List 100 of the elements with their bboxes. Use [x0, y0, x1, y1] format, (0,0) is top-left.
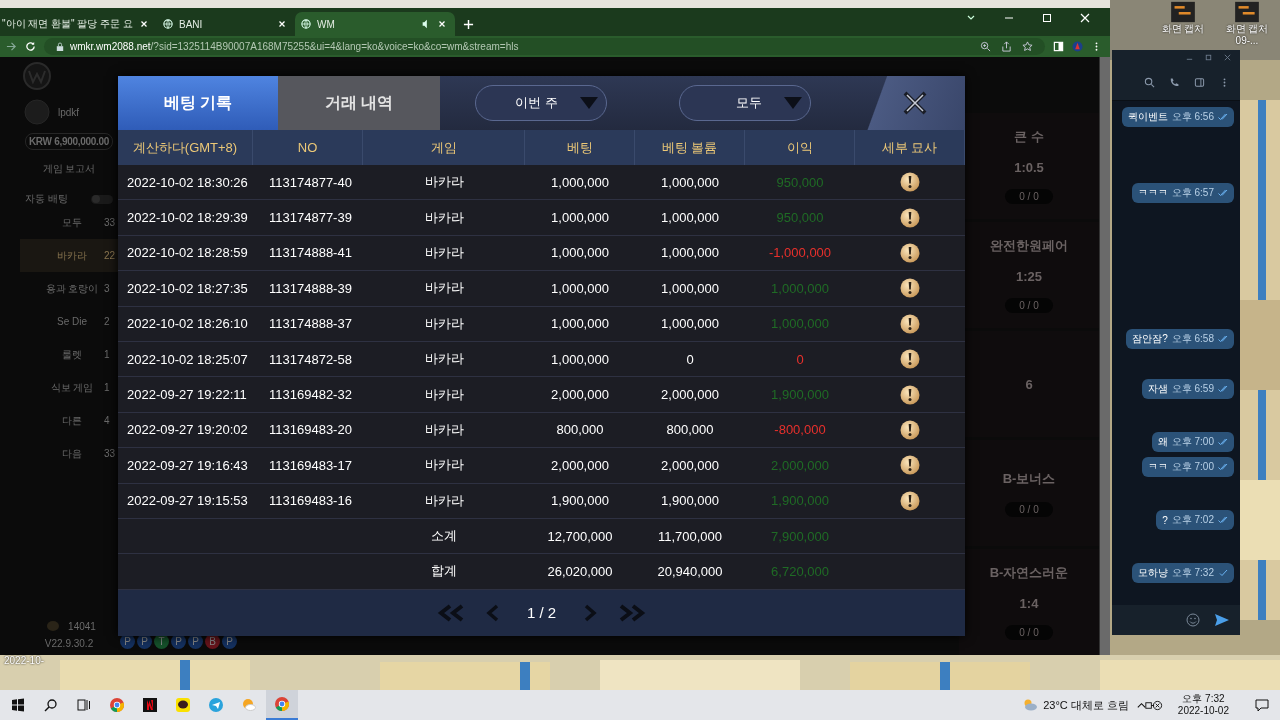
column-header: 게임 — [363, 130, 525, 165]
close-icon[interactable] — [1079, 11, 1091, 24]
info-icon[interactable] — [900, 313, 920, 334]
game-category-item[interactable]: 다음 33 — [20, 437, 118, 470]
table-cell-text: 1,000,000 — [660, 173, 720, 192]
coin-icon — [46, 620, 61, 632]
chrome-taskbar-button[interactable] — [266, 690, 298, 720]
clock-date[interactable]: 2022-10-02 — [1177, 705, 1229, 717]
table-cell-text: 1,000,000 — [660, 315, 720, 334]
search-icon[interactable] — [43, 697, 59, 713]
video-app-icon[interactable] — [142, 697, 158, 713]
table-cell-text: 113169482-32 — [268, 386, 353, 405]
table-cell-text: 113174877-39 — [268, 209, 353, 228]
zoom-icon[interactable] — [980, 41, 991, 53]
table-cell-text: 바카라 — [423, 173, 465, 192]
table-cell-text: 1,900,000 — [550, 492, 610, 511]
reload-icon[interactable] — [25, 41, 36, 53]
table-cell-text: 2022-10-02 18:30:26 — [126, 173, 249, 192]
table-cell-text: 바카라 — [423, 456, 465, 475]
table-cell-text: 113174888-41 — [268, 244, 353, 263]
dialog-tab[interactable]: 베팅 기록 — [118, 76, 278, 130]
filter-dropdown[interactable]: 모두 — [679, 85, 811, 121]
windows-start-icon[interactable] — [10, 697, 26, 713]
option-title: 큰 수 — [1014, 128, 1044, 146]
info-icon[interactable] — [900, 172, 920, 193]
network-icon[interactable] — [1143, 699, 1155, 711]
game-category-item[interactable]: 바카라 22 — [20, 239, 118, 272]
table-cell-text: 바카라 — [423, 491, 465, 510]
forward-arrow-icon[interactable] — [6, 41, 17, 53]
table-cell-text: 2022-09-27 19:16:43 — [126, 456, 249, 475]
paper-plane-icon[interactable] — [208, 697, 224, 713]
share-icon[interactable] — [1001, 41, 1012, 53]
address-bar[interactable]: wmkr.wm2088.net/?sid=1325114B90007A168M75255&ui=4&lang=ko&voice=ko&co=wm&stream=hls — [44, 38, 1045, 56]
odds: 1:0.5 — [1014, 160, 1044, 175]
maximize-icon[interactable] — [1041, 11, 1053, 24]
game-category-item[interactable]: 다른 4 — [20, 404, 118, 437]
points: 14041 — [68, 620, 96, 632]
table-cell-text: 0 — [795, 350, 805, 369]
volume-icon[interactable] — [1151, 699, 1163, 711]
dialog-tab[interactable]: 거래 내역 — [278, 76, 440, 130]
game-category-item[interactable]: Se Die 2 — [20, 305, 118, 338]
bet-count: 0 / 0 — [1005, 625, 1053, 640]
clock-time[interactable]: 오후 7:32 — [1182, 693, 1225, 705]
info-icon[interactable] — [900, 490, 920, 511]
game-category-item[interactable]: 모두 33 — [20, 206, 118, 239]
bet-option-card[interactable]: B-자연스러운 1:4 0 / 0 — [959, 549, 1099, 655]
info-icon[interactable] — [900, 455, 920, 476]
scrollbar[interactable] — [1099, 57, 1110, 655]
table-cell-text: 113174872-58 — [268, 350, 353, 369]
table-cell-text: 113169483-16 — [268, 492, 353, 511]
table-cell-text: 합계 — [430, 562, 458, 581]
info-icon[interactable] — [900, 349, 920, 370]
table-cell-text: 바카라 — [423, 385, 465, 404]
game-category-item[interactable]: 용과 호랑이 3 — [20, 272, 118, 305]
globe-icon — [301, 19, 311, 30]
bet-count: 0 / 0 — [1005, 298, 1053, 313]
game-category-item[interactable]: 룰렛 1 — [20, 338, 118, 371]
info-icon[interactable] — [900, 384, 920, 405]
table-cell-text: 2022-10-02 18:29:39 — [126, 209, 249, 228]
info-icon[interactable] — [900, 242, 920, 263]
chrome-icon[interactable] — [109, 697, 125, 713]
weather-text[interactable]: 23°C 대체로 흐림 — [1043, 697, 1129, 713]
table-cell-text: 1,000,000 — [550, 315, 610, 334]
table-cell-text: 1,000,000 — [550, 209, 610, 228]
table-cell-text: 1,000,000 — [660, 279, 720, 298]
table-cell-text: 2022-10-02 18:28:59 — [126, 244, 249, 263]
browser-tab[interactable]: "아이 재면 환불" 팔당 주문 요 — [0, 12, 157, 37]
new-tab-icon[interactable] — [463, 19, 474, 31]
table-cell-text: 1,000,000 — [660, 209, 720, 228]
table-cell-text: 20,940,000 — [656, 563, 724, 581]
game-report-link[interactable]: 게임 보고서 — [42, 162, 96, 176]
browser-tab[interactable]: WM — [295, 12, 455, 37]
table-cell-text: 1,000,000 — [660, 244, 720, 263]
table-cell-text: 113174888-37 — [268, 315, 353, 334]
info-icon[interactable] — [900, 278, 920, 299]
messenger-icon[interactable] — [175, 697, 191, 713]
info-icon[interactable] — [900, 207, 920, 228]
auto-bet-toggle[interactable] — [91, 194, 113, 204]
browser-tab[interactable]: BANI — [157, 12, 295, 37]
table-cell-text: 바카라 — [423, 243, 465, 262]
table-cell-text: 1,000,000 — [770, 279, 830, 298]
option-title: B-자연스러운 — [989, 564, 1069, 582]
task-view-icon[interactable] — [76, 697, 92, 713]
game-category-item[interactable]: 식보 게임 1 — [20, 371, 118, 404]
info-icon[interactable] — [900, 419, 920, 440]
balance-badge: KRW 6,900,000.00 — [24, 133, 114, 150]
table-cell-text: 950,000 — [775, 173, 825, 192]
notification-icon[interactable] — [1254, 697, 1270, 713]
table-cell-text: 2,000,000 — [550, 386, 610, 405]
star-icon[interactable] — [1022, 41, 1033, 53]
bet-count: 0 / 0 — [1005, 501, 1053, 517]
filter-dropdown[interactable]: 이번 주 — [475, 85, 607, 121]
table-cell-text: 2022-10-02 18:25:07 — [126, 350, 249, 369]
caret-icon — [784, 97, 802, 109]
close-icon[interactable] — [902, 90, 928, 116]
globe-icon — [163, 19, 173, 30]
table-cell-text: 113169483-20 — [268, 421, 353, 440]
table-cell-text: 6,720,000 — [770, 563, 830, 581]
table-cell-text: 2022-10-02 18:27:35 — [126, 279, 249, 298]
table-cell-text: 113169483-17 — [268, 456, 353, 475]
